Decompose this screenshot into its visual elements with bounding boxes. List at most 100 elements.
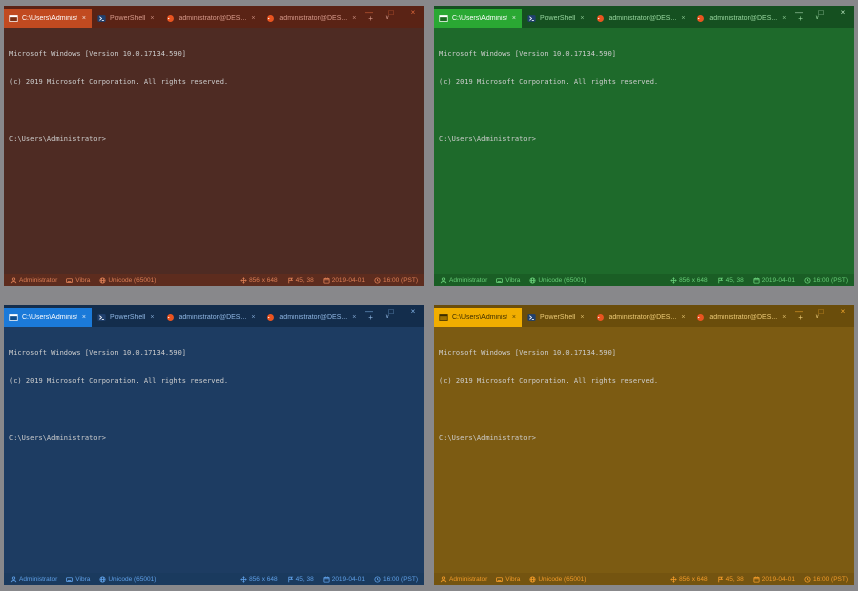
- close-button[interactable]: ×: [832, 6, 854, 21]
- powershell-icon: [527, 14, 536, 23]
- status-shell: Vibra: [496, 277, 520, 284]
- tab-powershell[interactable]: PowerShell ×: [522, 308, 591, 327]
- tab-close-icon[interactable]: ×: [81, 314, 87, 321]
- status-size-label: 856 x 648: [679, 576, 708, 583]
- minimize-button[interactable]: —: [358, 305, 380, 320]
- terminal-prompt: C:\Users\Administrator>: [9, 434, 419, 443]
- tab-close-icon[interactable]: ×: [511, 314, 517, 321]
- status-user: Administrator: [440, 277, 487, 284]
- globe-icon: [529, 277, 536, 284]
- terminal-window-red: C:\Users\Administr... × PowerShell × adm…: [4, 6, 424, 286]
- terminal-screen[interactable]: Microsoft Windows [Version 10.0.17134.59…: [4, 28, 424, 274]
- powershell-icon: [97, 313, 106, 322]
- tab-close-icon[interactable]: ×: [781, 314, 787, 321]
- maximize-button[interactable]: □: [380, 6, 402, 21]
- tab-strip: C:\Users\Administr... × PowerShell × adm…: [434, 6, 788, 28]
- terminal-line-blank: [439, 406, 849, 415]
- tab-ssh-1[interactable]: administrator@DES... ×: [591, 9, 692, 28]
- close-button[interactable]: ×: [832, 305, 854, 320]
- ubuntu-icon: [596, 14, 605, 23]
- terminal-screen[interactable]: Microsoft Windows [Version 10.0.17134.59…: [434, 28, 854, 274]
- tab-label: administrator@DES...: [609, 15, 677, 22]
- tab-label: C:\Users\Administr...: [452, 15, 507, 22]
- keyboard-icon: [496, 576, 503, 583]
- cmd-icon: [9, 313, 18, 322]
- status-cursor-position: 45, 38: [717, 277, 744, 284]
- tab-close-icon[interactable]: ×: [511, 15, 517, 22]
- tab-close-icon[interactable]: ×: [149, 314, 155, 321]
- tab-close-icon[interactable]: ×: [149, 15, 155, 22]
- status-date: 2019-04-01: [753, 277, 795, 284]
- window-controls: — □ ×: [788, 305, 854, 320]
- tab-ssh-2[interactable]: administrator@DES... ×: [261, 9, 362, 28]
- terminal-screen[interactable]: Microsoft Windows [Version 10.0.17134.59…: [434, 327, 854, 573]
- tab-command-prompt[interactable]: C:\Users\Administr... ×: [4, 308, 92, 327]
- status-time-label: 16:00 (PST): [813, 576, 848, 583]
- tab-bar: C:\Users\Administr... × PowerShell × adm…: [4, 6, 424, 28]
- status-bar: Administrator Vibra Unicode (65001) 856 …: [434, 573, 854, 585]
- status-encoding-label: Unicode (65001): [108, 576, 156, 583]
- tab-powershell[interactable]: PowerShell ×: [92, 308, 161, 327]
- tab-ssh-2[interactable]: administrator@DES... ×: [691, 9, 792, 28]
- status-right-group: 856 x 648 45, 38 2019-04-01 16:00 (PST): [661, 277, 848, 284]
- tab-label: administrator@DES...: [609, 314, 677, 321]
- status-date: 2019-04-01: [323, 277, 365, 284]
- clock-icon: [804, 576, 811, 583]
- tab-ssh-1[interactable]: administrator@DES... ×: [161, 308, 262, 327]
- resize-icon: [670, 277, 677, 284]
- tab-close-icon[interactable]: ×: [351, 314, 357, 321]
- terminal-line-copyright: (c) 2019 Microsoft Corporation. All righ…: [9, 78, 419, 87]
- tab-ssh-1[interactable]: administrator@DES... ×: [161, 9, 262, 28]
- tab-close-icon[interactable]: ×: [250, 314, 256, 321]
- minimize-button[interactable]: —: [788, 305, 810, 320]
- close-button[interactable]: ×: [402, 305, 424, 320]
- maximize-button[interactable]: □: [810, 6, 832, 21]
- minimize-button[interactable]: —: [358, 6, 380, 21]
- tab-command-prompt[interactable]: C:\Users\Administr... ×: [4, 9, 92, 28]
- status-cursor-position: 45, 38: [287, 277, 314, 284]
- ubuntu-icon: [696, 14, 705, 23]
- tab-command-prompt[interactable]: C:\Users\Administr... ×: [434, 308, 522, 327]
- tab-ssh-1[interactable]: administrator@DES... ×: [591, 308, 692, 327]
- tab-command-prompt[interactable]: C:\Users\Administr... ×: [434, 9, 522, 28]
- maximize-button[interactable]: □: [810, 305, 832, 320]
- tab-ssh-2[interactable]: administrator@DES... ×: [261, 308, 362, 327]
- terminal-line-version: Microsoft Windows [Version 10.0.17134.59…: [439, 349, 849, 358]
- status-time: 16:00 (PST): [374, 277, 418, 284]
- tab-powershell[interactable]: PowerShell ×: [522, 9, 591, 28]
- cmd-icon: [439, 14, 448, 23]
- clock-icon: [374, 277, 381, 284]
- status-encoding: Unicode (65001): [99, 277, 156, 284]
- minimize-button[interactable]: —: [788, 6, 810, 21]
- maximize-button[interactable]: □: [380, 305, 402, 320]
- status-time: 16:00 (PST): [804, 277, 848, 284]
- flag-icon: [287, 277, 294, 284]
- tab-close-icon[interactable]: ×: [81, 15, 87, 22]
- tab-close-icon[interactable]: ×: [680, 314, 686, 321]
- tab-label: administrator@DES...: [709, 314, 777, 321]
- tab-close-icon[interactable]: ×: [680, 15, 686, 22]
- tab-powershell[interactable]: PowerShell ×: [92, 9, 161, 28]
- terminal-screen[interactable]: Microsoft Windows [Version 10.0.17134.59…: [4, 327, 424, 573]
- tab-close-icon[interactable]: ×: [250, 15, 256, 22]
- tab-label: PowerShell: [540, 15, 575, 22]
- tab-close-icon[interactable]: ×: [579, 15, 585, 22]
- window-controls: — □ ×: [788, 6, 854, 21]
- tab-close-icon[interactable]: ×: [579, 314, 585, 321]
- tab-bar: C:\Users\Administr... × PowerShell × adm…: [4, 305, 424, 327]
- tab-label: C:\Users\Administr...: [22, 15, 77, 22]
- tab-label: administrator@DES...: [279, 314, 347, 321]
- tab-label: PowerShell: [540, 314, 575, 321]
- ubuntu-icon: [696, 313, 705, 322]
- terminal-window-blue: C:\Users\Administr... × PowerShell × adm…: [4, 305, 424, 585]
- tab-close-icon[interactable]: ×: [781, 15, 787, 22]
- tab-ssh-2[interactable]: administrator@DES... ×: [691, 308, 792, 327]
- status-right-group: 856 x 648 45, 38 2019-04-01 16:00 (PST): [231, 277, 418, 284]
- tab-close-icon[interactable]: ×: [351, 15, 357, 22]
- status-shell-label: Vibra: [505, 277, 520, 284]
- status-encoding-label: Unicode (65001): [108, 277, 156, 284]
- user-icon: [10, 277, 17, 284]
- clock-icon: [374, 576, 381, 583]
- close-button[interactable]: ×: [402, 6, 424, 21]
- tab-label: PowerShell: [110, 314, 145, 321]
